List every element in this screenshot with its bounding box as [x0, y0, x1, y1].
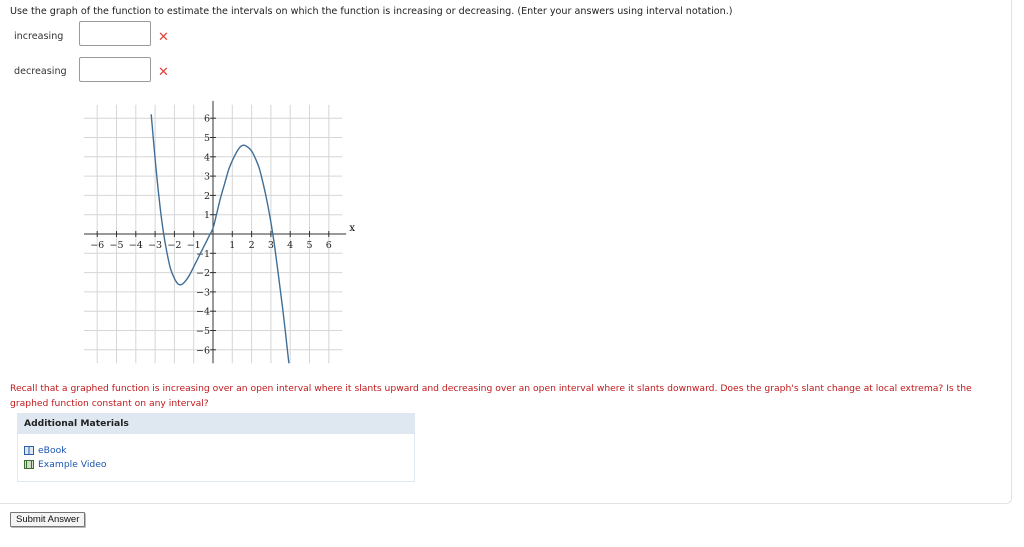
graph-tick-labels: −6 −5 −4 −3 −2 −1 1 2 3 4 5 6654321−1−2−3−4−5−6 — [90, 114, 332, 357]
x-tick-label: −4 — [129, 240, 143, 251]
feedback-hint: Recall that a graphed function is increa… — [10, 383, 972, 409]
ebook-link[interactable]: eBook — [24, 445, 67, 456]
wrong-x-icon: ✕ — [158, 65, 169, 80]
x-tick-label: 1 — [229, 240, 235, 251]
y-tick-label: 3 — [204, 172, 210, 183]
y-tick-label: 1 — [204, 210, 210, 221]
submit-answer-button[interactable]: Submit Answer — [10, 512, 86, 527]
x-tick-label: −6 — [90, 240, 104, 251]
x-axis-label: x — [349, 223, 355, 234]
x-tick-label: 5 — [306, 240, 312, 251]
additional-materials-panel: Additional Materials eBook Example Video — [17, 413, 415, 482]
wrong-x-icon: ✕ — [158, 30, 169, 45]
y-tick-label: 6 — [204, 114, 210, 125]
y-tick-label: −3 — [196, 287, 210, 298]
x-tick-label: 2 — [249, 240, 255, 251]
film-icon — [24, 460, 34, 469]
book-icon — [24, 446, 34, 455]
ebook-label: eBook — [38, 445, 67, 456]
x-tick-label: 3 — [268, 240, 274, 251]
x-tick-label: 6 — [326, 240, 332, 251]
additional-materials-header: Additional Materials — [18, 414, 414, 434]
y-tick-label: −4 — [196, 307, 210, 318]
x-tick-label: −3 — [148, 240, 162, 251]
example-video-link[interactable]: Example Video — [24, 459, 107, 470]
example-video-label: Example Video — [38, 459, 107, 470]
y-tick-label: −5 — [196, 326, 210, 337]
decreasing-input[interactable] — [79, 57, 151, 82]
decreasing-label: decreasing — [14, 66, 67, 77]
x-tick-label: −5 — [109, 240, 123, 251]
x-tick-label: −2 — [167, 240, 181, 251]
y-tick-label: 2 — [204, 191, 210, 202]
x-tick-label: 4 — [287, 240, 293, 251]
y-tick-label: −2 — [196, 268, 210, 279]
increasing-input[interactable] — [79, 21, 151, 46]
y-tick-label: 5 — [204, 133, 210, 144]
graph-axes — [84, 100, 347, 364]
question-prompt: Use the graph of the function to estimat… — [10, 6, 733, 17]
increasing-label: increasing — [14, 31, 64, 42]
y-tick-label: −6 — [196, 345, 210, 356]
y-tick-label: 4 — [204, 152, 210, 163]
function-graph: −6−5−4−3−2−1123456654321−1−2−3−4−5−6 y x — [84, 100, 355, 364]
